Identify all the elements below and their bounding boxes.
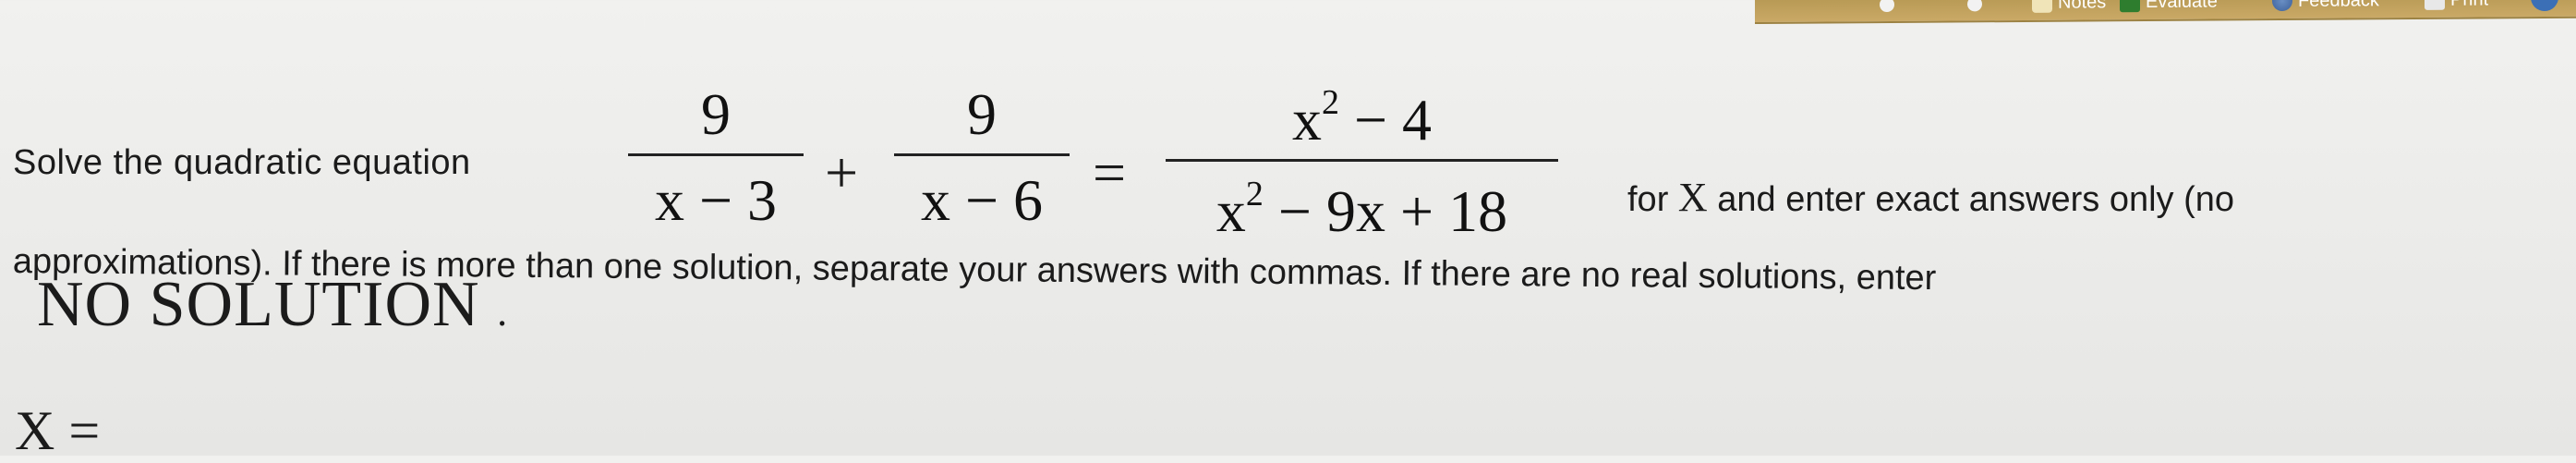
answer-row: X = bbox=[15, 399, 577, 463]
help-button[interactable] bbox=[2531, 0, 2558, 12]
fraction-1: 9 x − 3 bbox=[628, 85, 804, 230]
evaluate-label: Evaluate bbox=[2146, 0, 2218, 12]
fraction-bar bbox=[1166, 159, 1558, 162]
fraction-3-numerator: x2 − 4 bbox=[1166, 85, 1558, 150]
help-icon bbox=[2531, 0, 2558, 12]
evaluate-button[interactable]: Evaluate bbox=[2120, 0, 2218, 13]
tail-post: and enter exact answers only (no bbox=[1717, 180, 2235, 219]
fraction-3: x2 − 4 x2 − 9x + 18 bbox=[1166, 85, 1558, 241]
answer-input[interactable] bbox=[111, 404, 577, 458]
fraction-2-denominator: x − 6 bbox=[920, 167, 1044, 233]
fraction-1-denominator: x − 3 bbox=[654, 167, 778, 233]
variable-x: X bbox=[1677, 175, 1708, 220]
top-toolbar: Notes Evaluate Feedback Print bbox=[1755, 0, 2576, 24]
period: . bbox=[497, 289, 509, 335]
fraction-bar bbox=[628, 153, 804, 156]
equals-operator: = bbox=[1093, 140, 1127, 205]
print-button[interactable]: Print bbox=[2425, 0, 2488, 10]
fraction-bar bbox=[894, 153, 1070, 156]
tail-pre: for bbox=[1627, 180, 1669, 219]
fraction-3-denominator: x2 − 9x + 18 bbox=[1166, 177, 1558, 241]
denominator-rest: − 9x + 18 bbox=[1263, 178, 1508, 244]
variable-x: x bbox=[1291, 87, 1322, 152]
feedback-button[interactable]: Feedback bbox=[2272, 0, 2379, 12]
print-label: Print bbox=[2450, 0, 2488, 10]
circle-icon[interactable] bbox=[1967, 0, 1982, 12]
answer-label: X = bbox=[15, 400, 101, 461]
numerator-rest: − 4 bbox=[1338, 87, 1433, 152]
notes-icon bbox=[2032, 0, 2052, 13]
notes-button[interactable]: Notes bbox=[2032, 0, 2106, 13]
notes-label: Notes bbox=[2058, 0, 2107, 13]
question-tail: for X and enter exact answers only (no bbox=[1627, 174, 2234, 221]
print-icon bbox=[2425, 0, 2445, 10]
fraction-2-numerator: 9 bbox=[967, 81, 997, 147]
evaluate-icon bbox=[2120, 0, 2140, 13]
exponent: 2 bbox=[1245, 175, 1264, 213]
variable-x: x bbox=[1215, 178, 1246, 244]
circle-icon[interactable] bbox=[1880, 0, 1894, 13]
no-solution-label: NO SOLUTION bbox=[37, 269, 480, 340]
feedback-icon bbox=[2272, 0, 2292, 12]
fraction-2: 9 x − 6 bbox=[894, 85, 1070, 230]
no-solution-text: NO SOLUTION . bbox=[37, 268, 508, 342]
exponent: 2 bbox=[1321, 83, 1339, 122]
fraction-1-numerator: 9 bbox=[701, 81, 731, 147]
question-lead: Solve the quadratic equation bbox=[13, 143, 471, 182]
plus-operator: + bbox=[825, 140, 859, 205]
feedback-label: Feedback bbox=[2298, 0, 2379, 11]
